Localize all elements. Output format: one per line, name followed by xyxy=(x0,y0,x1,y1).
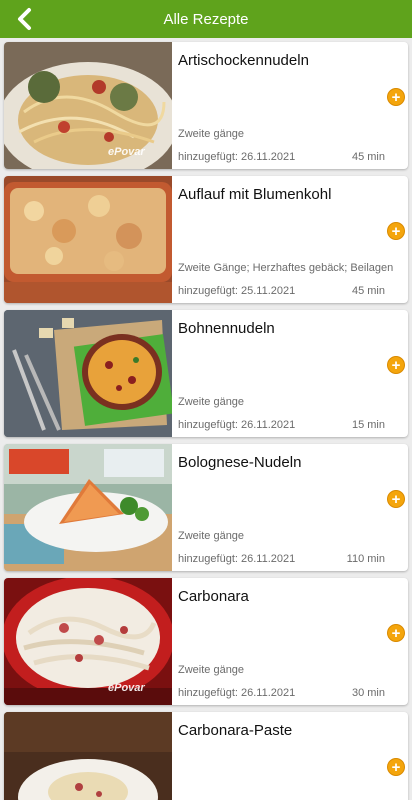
recipe-category: Zweite Gänge; Herzhaftes gebäck; Beilage… xyxy=(178,262,394,274)
add-recipe-button[interactable]: + xyxy=(387,490,405,508)
recipe-image xyxy=(4,712,172,800)
recipe-card[interactable]: ePovar Carbonara Zweite gänge hinzugefüg… xyxy=(4,578,408,705)
recipe-time: 110 min xyxy=(346,553,385,565)
recipe-title: Artischockennudeln xyxy=(178,52,309,69)
recipe-time: 30 min xyxy=(351,687,385,699)
plus-icon: + xyxy=(391,356,401,374)
plus-icon: + xyxy=(391,222,401,240)
recipe-title: Carbonara xyxy=(178,588,249,605)
recipe-date: hinzugefügt: 26.11.2021 xyxy=(178,687,296,699)
recipe-date: hinzugefügt: 26.11.2021 xyxy=(178,419,296,431)
recipe-title: Carbonara-Paste xyxy=(178,722,293,739)
recipe-image xyxy=(4,176,172,303)
recipe-image xyxy=(4,444,172,571)
recipe-date: hinzugefügt: 26.11.2021 xyxy=(178,151,296,163)
recipe-title: Bohnennudeln xyxy=(178,320,275,337)
recipe-card[interactable]: Bolognese-Nudeln Zweite gänge hinzugefüg… xyxy=(4,444,408,571)
add-recipe-button[interactable]: + xyxy=(387,758,405,776)
recipe-list[interactable]: ePovar Artischockennudeln Zweite gänge h… xyxy=(0,38,412,800)
recipe-time: 15 min xyxy=(351,419,385,431)
recipe-image: ePovar xyxy=(4,42,172,169)
image-watermark: ePovar xyxy=(108,146,145,158)
recipe-card[interactable]: Carbonara-Paste + xyxy=(4,712,408,800)
back-button[interactable] xyxy=(10,4,40,34)
plus-icon: + xyxy=(391,624,401,642)
recipe-title: Bolognese-Nudeln xyxy=(178,454,302,471)
recipe-title: Auflauf mit Blumenkohl xyxy=(178,186,332,203)
add-recipe-button[interactable]: + xyxy=(387,88,405,106)
recipe-date: hinzugefügt: 26.11.2021 xyxy=(178,553,296,565)
app-bar: Alle Rezepte xyxy=(0,0,412,38)
recipe-image xyxy=(4,310,172,437)
recipe-time: 45 min xyxy=(351,151,385,163)
recipe-time: 45 min xyxy=(351,285,385,297)
image-watermark: ePovar xyxy=(108,682,145,694)
recipe-card[interactable]: Bohnennudeln Zweite gänge hinzugefügt: 2… xyxy=(4,310,408,437)
add-recipe-button[interactable]: + xyxy=(387,222,405,240)
recipe-image: ePovar xyxy=(4,578,172,705)
recipe-category: Zweite gänge xyxy=(178,530,245,542)
recipe-card[interactable]: Auflauf mit Blumenkohl Zweite Gänge; Her… xyxy=(4,176,408,303)
recipe-date: hinzugefügt: 25.11.2021 xyxy=(178,285,296,297)
add-recipe-button[interactable]: + xyxy=(387,356,405,374)
plus-icon: + xyxy=(391,758,401,776)
page-title: Alle Rezepte xyxy=(163,10,249,28)
recipe-card[interactable]: ePovar Artischockennudeln Zweite gänge h… xyxy=(4,42,408,169)
recipe-category: Zweite gänge xyxy=(178,396,245,408)
plus-icon: + xyxy=(391,88,401,106)
back-arrow-icon xyxy=(18,8,31,30)
recipe-category: Zweite gänge xyxy=(178,128,245,140)
plus-icon: + xyxy=(391,490,401,508)
add-recipe-button[interactable]: + xyxy=(387,624,405,642)
recipe-category: Zweite gänge xyxy=(178,664,245,676)
